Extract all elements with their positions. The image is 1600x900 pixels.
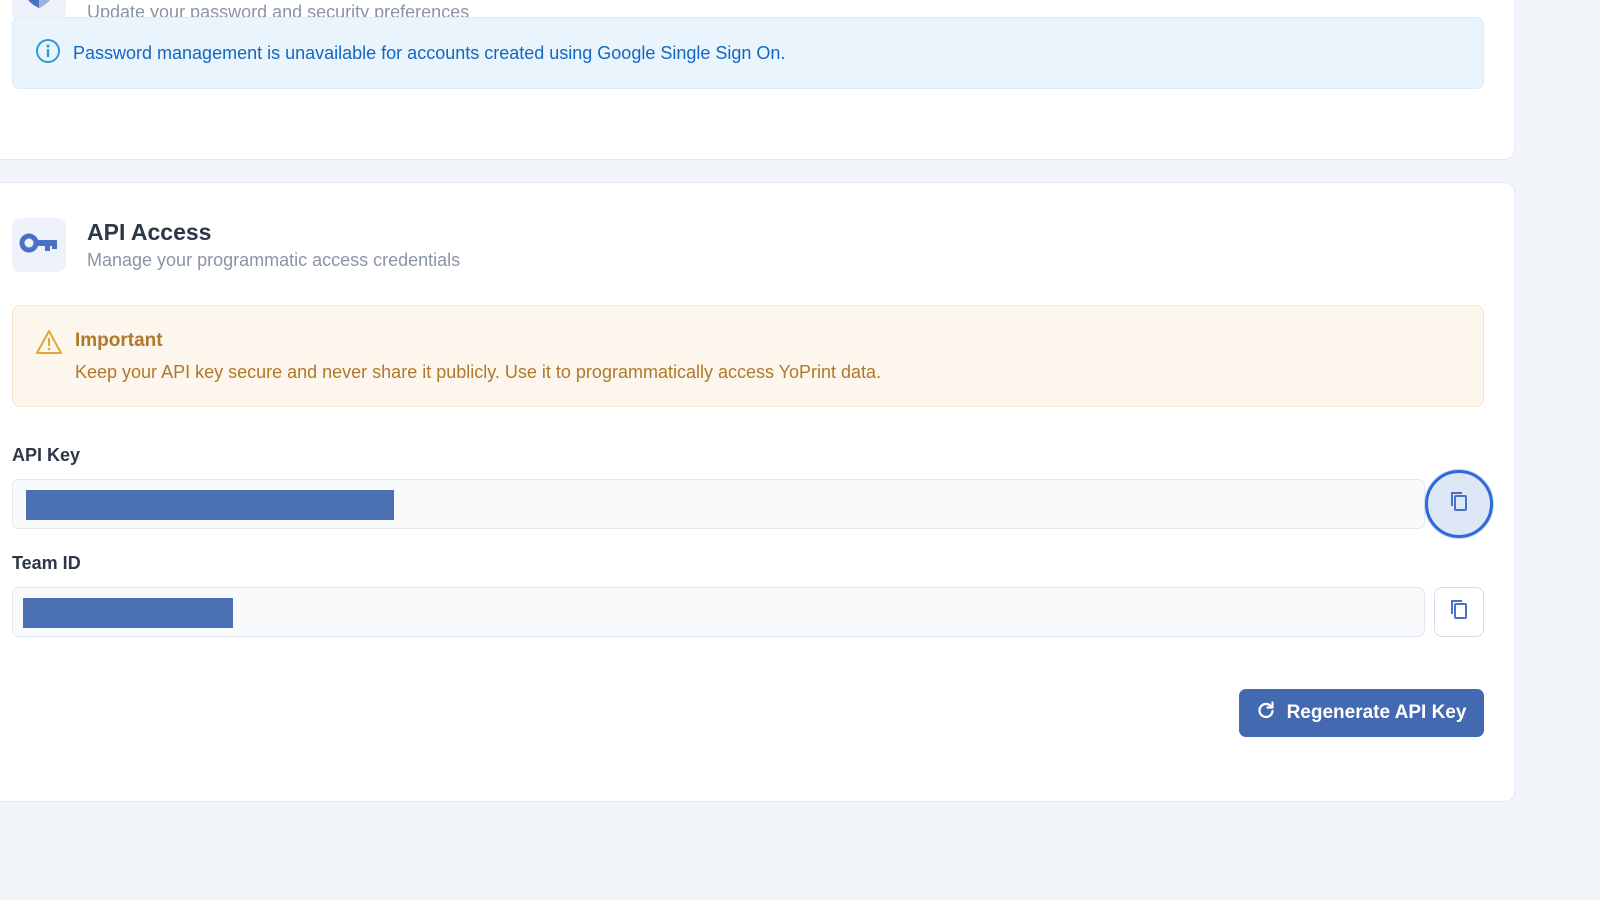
api-section-subtitle: Manage your programmatic access credenti… — [87, 250, 461, 270]
api-section-icon-box — [12, 218, 66, 272]
warning-triangle-icon — [35, 329, 63, 360]
important-warning-banner: Important Keep your API key secure and n… — [12, 305, 1484, 407]
api-access-card: API Access Manage your programmatic acce… — [0, 182, 1515, 802]
sso-info-text: Password management is unavailable for a… — [73, 42, 786, 63]
sso-info-banner: Password management is unavailable for a… — [12, 17, 1484, 89]
warning-text: Keep your API key secure and never share… — [75, 362, 882, 382]
warning-title: Important — [75, 330, 163, 351]
copy-team-id-button[interactable] — [1434, 587, 1484, 637]
api-key-field[interactable] — [12, 479, 1425, 529]
key-icon — [19, 232, 59, 259]
regenerate-api-key-label: Regenerate API Key — [1286, 702, 1467, 723]
team-id-redacted-value — [23, 598, 233, 628]
team-id-field[interactable] — [12, 587, 1425, 637]
team-id-label: Team ID — [12, 553, 81, 573]
shield-icon — [24, 0, 54, 13]
password-card: Update your password and security prefer… — [0, 0, 1515, 160]
copy-api-key-button[interactable] — [1425, 470, 1493, 538]
api-key-label: API Key — [12, 445, 81, 465]
refresh-icon — [1257, 701, 1275, 725]
regenerate-api-key-button[interactable]: Regenerate API Key — [1239, 689, 1484, 737]
api-key-redacted-value — [26, 490, 394, 520]
copy-icon — [1449, 491, 1469, 518]
info-icon — [35, 38, 61, 69]
api-section-title: API Access — [87, 219, 212, 245]
copy-icon — [1449, 599, 1469, 626]
